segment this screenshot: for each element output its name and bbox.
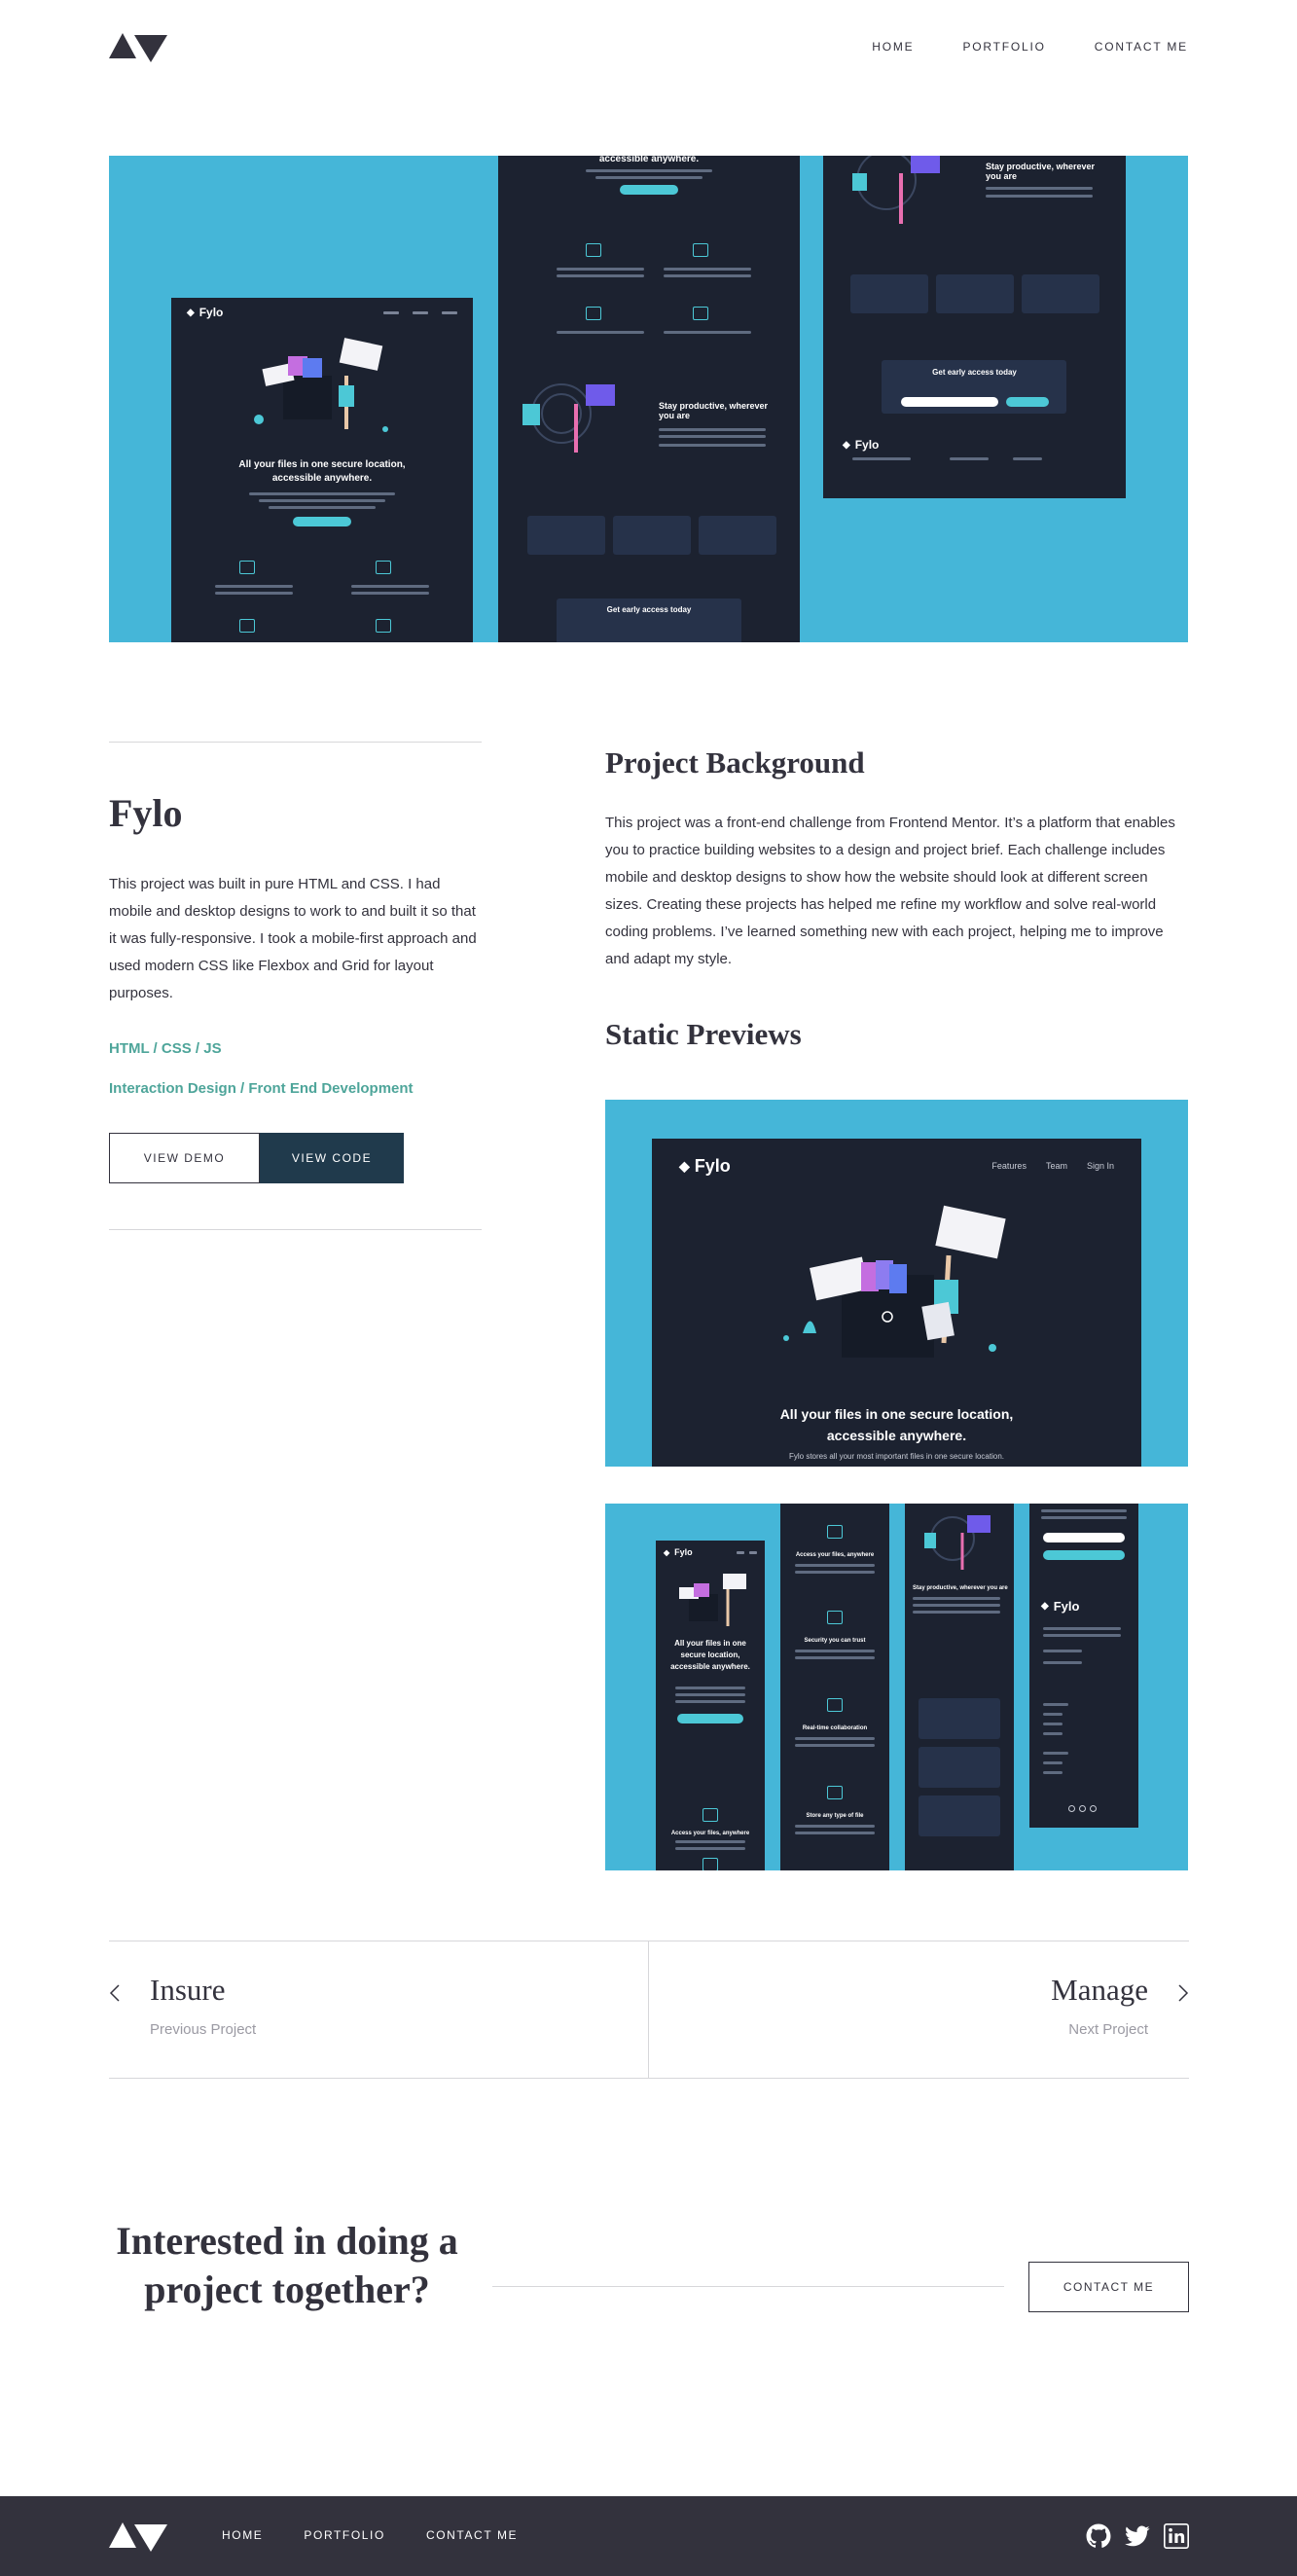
static-previews-heading: Static Previews (605, 1017, 802, 1051)
contact-me-button[interactable]: CONTACT ME (1028, 2262, 1189, 2312)
cta-heading: Interested in doing a project together? (116, 2219, 458, 2311)
static-preview-mobile: ◆ Fylo All your files in one secure locat… (605, 1504, 1188, 1870)
footer-contact-link[interactable]: CONTACT ME (426, 2528, 518, 2542)
twitter-icon[interactable] (1125, 2523, 1150, 2549)
mockup-illustration (783, 1205, 1006, 1358)
static-preview-desktop: ◆ Fylo Features Team Sign In All your fil… (605, 1100, 1188, 1467)
github-icon[interactable] (1086, 2523, 1111, 2549)
mockup-hero-headline-desktop: All your files in one secure location, a… (779, 1406, 1014, 1443)
project-background-heading: Project Background (605, 745, 865, 780)
mobile-screen-1: ◆ Fylo All your files in one secure locat… (656, 1541, 765, 1870)
cta-rule (492, 2286, 1004, 2287)
mockup-logo: ◆ Fylo (679, 1155, 731, 1176)
linkedin-icon[interactable] (1164, 2523, 1189, 2549)
nav-contact-link[interactable]: CONTACT ME (1095, 40, 1188, 54)
previous-project-title: Insure (150, 1973, 226, 2007)
project-tech-tags: HTML / CSS / JS (109, 1040, 222, 1057)
triangles-logo-icon[interactable] (109, 31, 167, 62)
project-hero-image: ◆ Fylo All your files in one secure locat… (109, 156, 1188, 642)
next-project-title: Manage (1051, 1973, 1148, 2007)
project-skill-tags: Interaction Design / Front End Developme… (109, 1080, 414, 1097)
mockup-nav-signin: Sign In (1086, 1161, 1114, 1171)
mockup-screen-middle: accessible anywhere. Stay productive, wh… (498, 156, 800, 642)
project-description: This project was built in pure HTML and … (109, 876, 477, 1001)
nav-home-link[interactable]: HOME (872, 40, 914, 54)
footer-portfolio-link[interactable]: PORTFOLIO (304, 2528, 385, 2542)
footer-home-link[interactable]: HOME (222, 2528, 263, 2542)
mockup-nav-team: Team (1045, 1161, 1067, 1171)
main-nav: HOME PORTFOLIO CONTACT ME (872, 40, 1188, 54)
mockup-hero-headline: All your files in one secure location, a… (238, 459, 406, 484)
nav-portfolio-link[interactable]: PORTFOLIO (962, 40, 1045, 54)
site-header: HOME PORTFOLIO CONTACT ME (109, 29, 1188, 64)
chevron-right-icon (1178, 1984, 1189, 2002)
mockup-nav-features: Features (991, 1161, 1027, 1171)
previous-project-label: Previous Project (150, 2021, 257, 2038)
mockup-screen-left: ◆ Fylo All your files in one secure locat… (171, 298, 473, 642)
view-code-button[interactable]: VIEW CODE (260, 1133, 404, 1183)
divider-top (109, 742, 482, 743)
next-project-label: Next Project (1068, 2021, 1148, 2038)
mockup-mobile-headline: All your files in one secure location, a… (670, 1639, 750, 1671)
project-background-text: This project was a front-end challenge f… (605, 815, 1175, 967)
divider-bottom (109, 1229, 482, 1230)
mobile-screen-3: Stay productive, wherever you are (905, 1504, 1014, 1870)
mockup-illustration (254, 338, 388, 432)
previous-project-link[interactable]: Insure Previous Project (109, 1941, 648, 2078)
mockup-logo: ◆ Fylo (187, 306, 224, 319)
mockup-screen-right: Stay productive, wherever you are Get ea… (823, 156, 1126, 498)
triangles-logo-icon[interactable] (109, 2521, 167, 2552)
chevron-left-icon (109, 1984, 120, 2002)
mockup-hero-subtext: Fylo stores all your most important file… (789, 1452, 1004, 1461)
mockup-productive-illustration (522, 383, 615, 453)
mobile-screen-2: Access your files, anywhere Security you… (780, 1504, 889, 1870)
mockup-cta (293, 517, 351, 526)
next-project-link[interactable]: Manage Next Project (649, 1941, 1189, 2078)
project-title: Fylo (109, 791, 183, 835)
mobile-screen-4: ◆ Fylo (1029, 1504, 1138, 1828)
pagination-bottom-rule (109, 2078, 1189, 2079)
site-footer: HOME PORTFOLIO CONTACT ME (0, 2496, 1297, 2576)
footer-nav: HOME PORTFOLIO CONTACT ME (222, 2528, 518, 2542)
view-demo-button[interactable]: VIEW DEMO (109, 1133, 260, 1183)
mockup-stay-productive: Stay productive, wherever you are (659, 401, 769, 420)
